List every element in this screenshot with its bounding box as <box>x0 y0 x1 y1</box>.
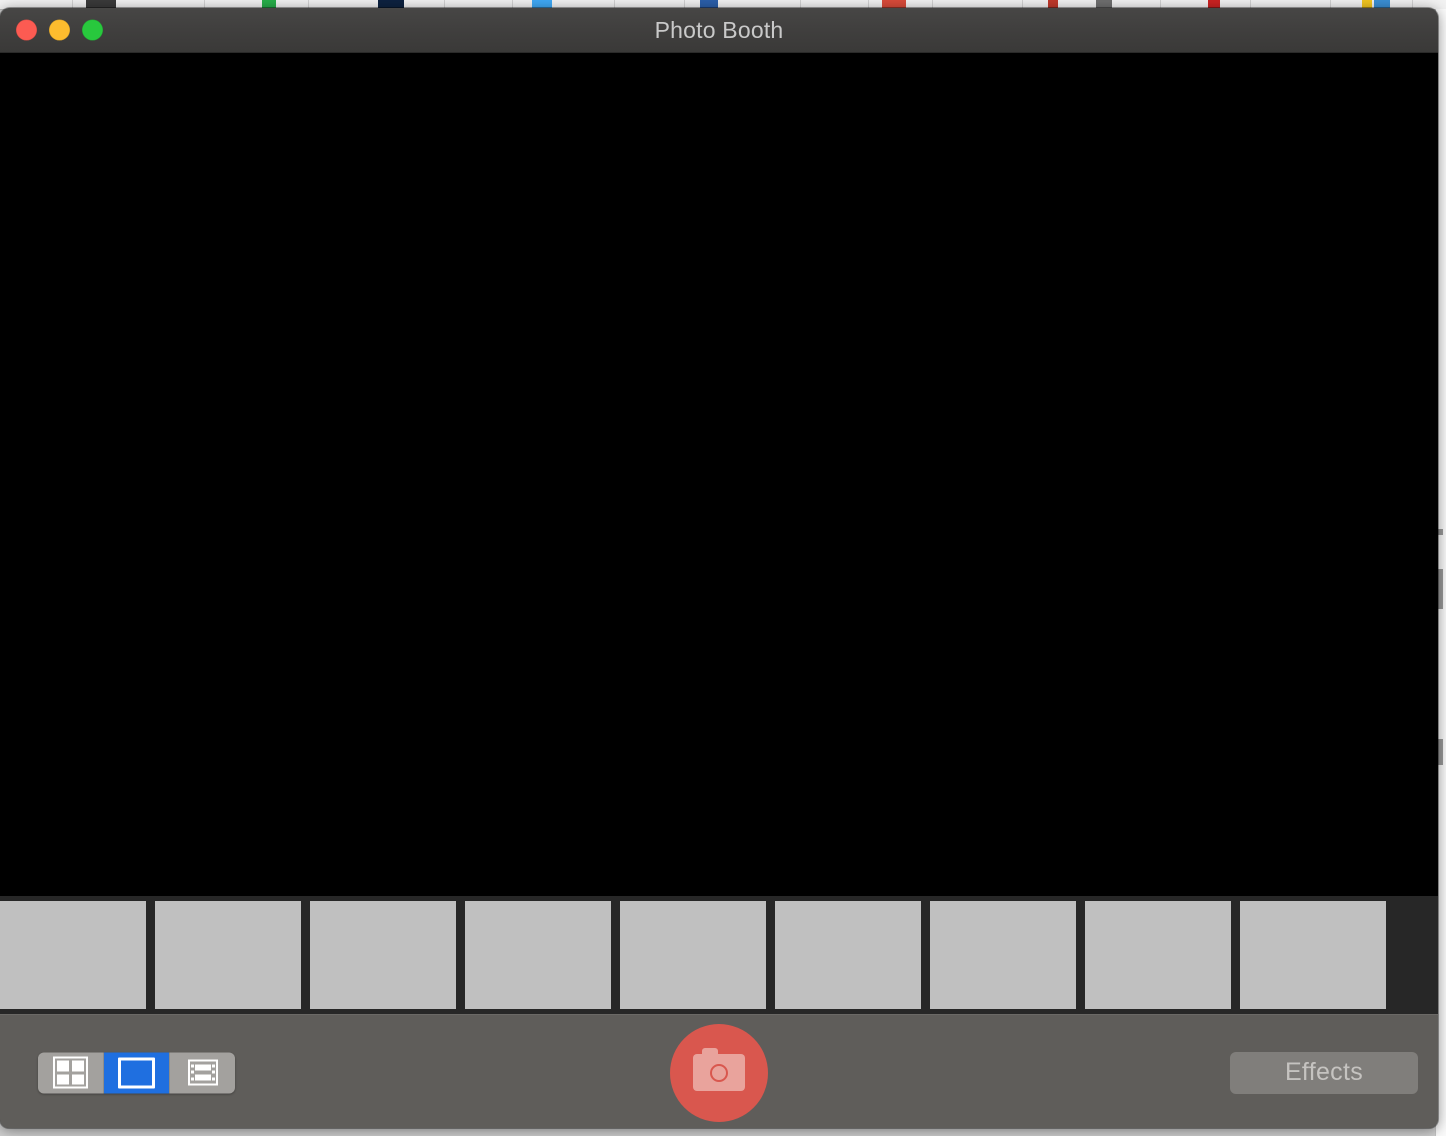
thumbnail-item[interactable] <box>0 901 146 1009</box>
mode-single-photo-button[interactable] <box>104 1052 170 1093</box>
thumbnail-item[interactable] <box>310 901 456 1009</box>
mode-movie-button[interactable] <box>170 1052 235 1093</box>
window-titlebar[interactable]: Photo Booth <box>0 8 1438 53</box>
thumbnail-item[interactable] <box>930 901 1076 1009</box>
photo-booth-window: Photo Booth Effects <box>0 8 1438 1128</box>
single-photo-icon <box>118 1057 155 1088</box>
bottom-toolbar: Effects <box>0 1014 1438 1128</box>
zoom-button-icon[interactable] <box>82 19 103 41</box>
close-button-icon[interactable] <box>16 19 37 41</box>
thumbnail-item[interactable] <box>155 901 301 1009</box>
thumbnail-item[interactable] <box>620 901 766 1009</box>
thumbnail-item[interactable] <box>1240 901 1386 1009</box>
effects-button[interactable]: Effects <box>1230 1051 1418 1094</box>
shutter-button[interactable] <box>670 1023 768 1122</box>
mode-four-up-button[interactable] <box>38 1052 104 1093</box>
four-up-grid-icon <box>53 1056 88 1089</box>
thumbnail-item[interactable] <box>465 901 611 1009</box>
window-controls <box>16 19 103 41</box>
film-strip-icon <box>187 1059 218 1086</box>
screen-root: Photo Booth Effects <box>0 0 1446 1136</box>
thumbnail-tray[interactable] <box>0 896 1438 1014</box>
window-title: Photo Booth <box>654 16 784 43</box>
camera-preview[interactable] <box>0 53 1438 896</box>
camera-icon <box>693 1048 745 1091</box>
capture-mode-segmented-control[interactable] <box>38 1052 235 1093</box>
thumbnail-item[interactable] <box>1085 901 1231 1009</box>
thumbnail-item[interactable] <box>775 901 921 1009</box>
minimize-button-icon[interactable] <box>49 19 70 41</box>
